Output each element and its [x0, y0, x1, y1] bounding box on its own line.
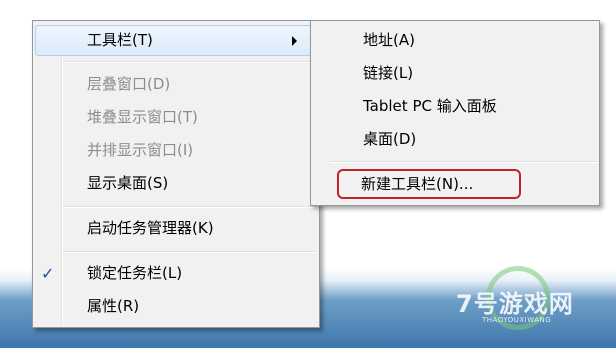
menu-separator — [63, 61, 317, 63]
menu-separator — [331, 161, 597, 163]
checkmark-icon: ✓ — [41, 264, 55, 283]
menu-item-properties-label: 属性(R) — [87, 297, 140, 315]
submenu-item-address[interactable]: 地址(A) — [313, 25, 597, 56]
menu-item-task-manager-label: 启动任务管理器(K) — [87, 219, 214, 237]
menu-item-show-desktop-label: 显示桌面(S) — [87, 174, 169, 192]
menu-item-side-by-side: 并排显示窗口(I) — [35, 135, 317, 166]
menu-item-show-desktop[interactable]: 显示桌面(S) — [35, 168, 317, 199]
submenu-item-links[interactable]: 链接(L) — [313, 58, 597, 89]
submenu-item-desktop-label: 桌面(D) — [363, 130, 417, 148]
submenu-item-new-toolbar-label: 新建工具栏(N)... — [361, 175, 474, 193]
menu-item-task-manager[interactable]: 启动任务管理器(K) — [35, 213, 317, 244]
submenu-item-new-toolbar[interactable]: 新建工具栏(N)... — [337, 169, 521, 199]
menu-item-lock-taskbar-label: 锁定任务栏(L) — [87, 264, 183, 282]
taskbar-context-menu: 工具栏(T) 层叠窗口(D) 堆叠显示窗口(T) 并排显示窗口(I) 显示桌面(… — [32, 20, 320, 328]
menu-separator — [63, 206, 317, 208]
watermark-text: 7号游戏网 — [456, 290, 574, 318]
site-watermark: 7号游戏网 THAOYOUXIWANG — [448, 262, 588, 342]
submenu-item-links-label: 链接(L) — [363, 64, 414, 82]
submenu-item-desktop[interactable]: 桌面(D) — [313, 124, 597, 155]
menu-item-stack-windows-label: 堆叠显示窗口(T) — [87, 108, 198, 126]
toolbars-submenu: 地址(A) 链接(L) Tablet PC 输入面板 桌面(D) 新建工具栏(N… — [310, 20, 600, 206]
menu-item-toolbars[interactable]: 工具栏(T) — [35, 25, 317, 56]
menu-item-side-by-side-label: 并排显示窗口(I) — [87, 141, 194, 159]
submenu-arrow-icon — [292, 36, 297, 46]
menu-item-stack-windows: 堆叠显示窗口(T) — [35, 102, 317, 133]
menu-item-cascade-windows: 层叠窗口(D) — [35, 69, 317, 100]
submenu-item-tablet-input-label: Tablet PC 输入面板 — [363, 97, 497, 115]
menu-item-properties[interactable]: 属性(R) — [35, 291, 317, 322]
menu-item-lock-taskbar[interactable]: ✓ 锁定任务栏(L) — [35, 258, 317, 289]
submenu-item-tablet-input[interactable]: Tablet PC 输入面板 — [313, 91, 597, 122]
menu-item-toolbars-label: 工具栏(T) — [87, 31, 153, 49]
submenu-item-address-label: 地址(A) — [363, 31, 415, 49]
watermark-subtext: THAOYOUXIWANG — [482, 316, 552, 324]
menu-item-cascade-windows-label: 层叠窗口(D) — [87, 75, 171, 93]
menu-separator — [63, 251, 317, 253]
